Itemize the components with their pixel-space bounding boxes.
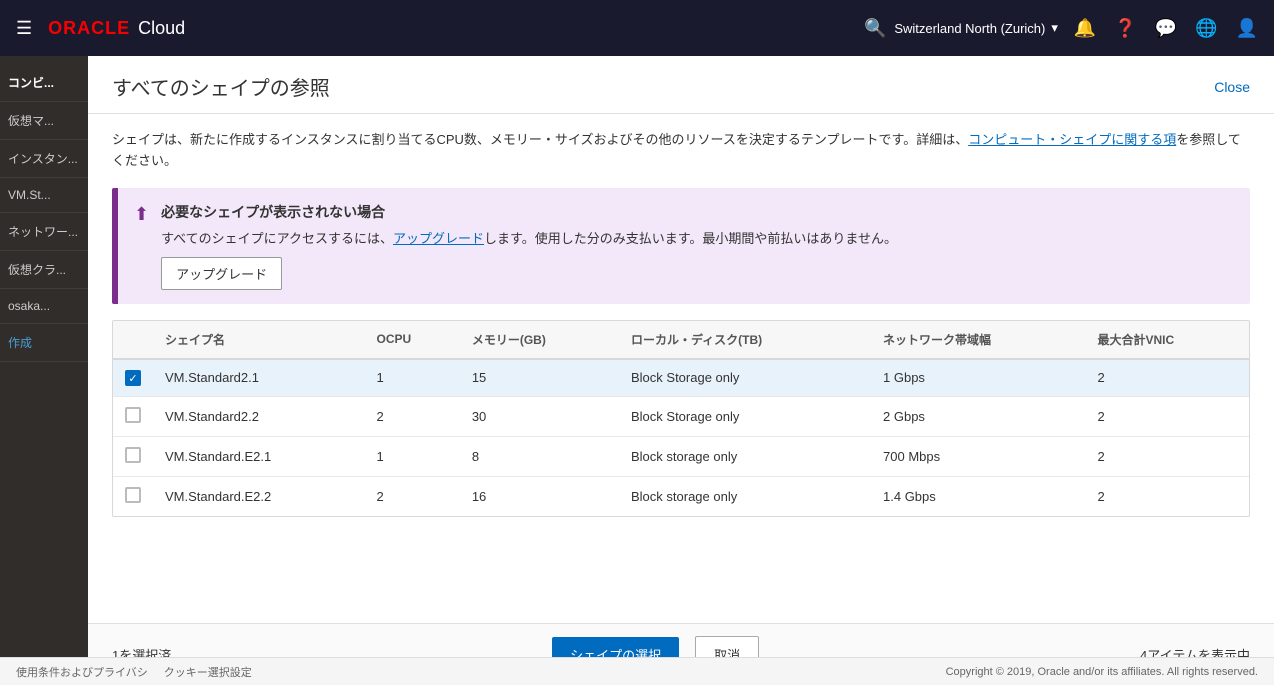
- notice-upgrade-link[interactable]: アップグレード: [393, 231, 484, 246]
- page-footer: 使用条件およびプライバシ クッキー選択設定 Copyright © 2019, …: [0, 657, 1274, 685]
- table-row[interactable]: VM.Standard.E2.2 2 16 Block storage only…: [113, 477, 1249, 517]
- vnic-1: 2: [1085, 359, 1249, 397]
- bell-icon[interactable]: 🔔: [1074, 18, 1096, 39]
- table-header: シェイプ名 OCPU メモリー(GB) ローカル・ディスク(TB) ネットワーク…: [113, 321, 1249, 359]
- menu-icon[interactable]: ☰: [16, 18, 32, 39]
- network-4: 1.4 Gbps: [871, 477, 1085, 517]
- terms-link[interactable]: 使用条件およびプライバシ: [16, 664, 148, 680]
- shape-name-1: VM.Standard2.1: [153, 359, 365, 397]
- region-label: Switzerland North (Zurich): [894, 21, 1045, 36]
- notice-title: 必要なシェイプが表示されない場合: [161, 202, 897, 222]
- ocpu-2: 2: [365, 397, 460, 437]
- col-checkbox: [113, 321, 153, 359]
- col-network: ネットワーク帯域幅: [871, 321, 1085, 359]
- shape-table: シェイプ名 OCPU メモリー(GB) ローカル・ディスク(TB) ネットワーク…: [112, 320, 1250, 518]
- modal-close-button[interactable]: Close: [1214, 79, 1250, 95]
- notice-box: ⬆ 必要なシェイプが表示されない場合 すべてのシェイプにアクセスするには、アップ…: [112, 188, 1250, 304]
- sidebar: コンビ... 仮想マ... インスタン... VM.St... ネットワー...…: [0, 56, 88, 657]
- memory-1: 15: [460, 359, 619, 397]
- row-checkbox-3[interactable]: [125, 447, 141, 463]
- row-checkbox-4[interactable]: [125, 487, 141, 503]
- col-vnic: 最大合計VNIC: [1085, 321, 1249, 359]
- network-1: 1 Gbps: [871, 359, 1085, 397]
- copyright-text: Copyright © 2019, Oracle and/or its affi…: [946, 666, 1258, 678]
- col-disk: ローカル・ディスク(TB): [619, 321, 871, 359]
- user-icon[interactable]: 👤: [1236, 18, 1258, 39]
- disk-3: Block storage only: [619, 437, 871, 477]
- sidebar-item-osaka[interactable]: osaka...: [0, 289, 88, 324]
- notice-text-prefix: すべてのシェイプにアクセスするには、: [161, 231, 393, 246]
- cookie-link[interactable]: クッキー選択設定: [164, 664, 252, 680]
- shape-name-2: VM.Standard2.2: [153, 397, 365, 437]
- ocpu-4: 2: [365, 477, 460, 517]
- table-row[interactable]: VM.Standard.E2.1 1 8 Block storage only …: [113, 437, 1249, 477]
- sidebar-item-create[interactable]: 作成: [0, 324, 88, 362]
- network-2: 2 Gbps: [871, 397, 1085, 437]
- vnic-3: 2: [1085, 437, 1249, 477]
- sidebar-item-compute[interactable]: コンビ...: [0, 64, 88, 102]
- shape-name-4: VM.Standard.E2.2: [153, 477, 365, 517]
- disk-1: Block Storage only: [619, 359, 871, 397]
- col-ocpu: OCPU: [365, 321, 460, 359]
- desc-link[interactable]: コンピュート・シェイプに関する項: [968, 132, 1176, 147]
- notice-text-suffix: します。使用した分のみ支払います。最小期間や前払いはありません。: [484, 231, 897, 246]
- logo-oracle: ORACLE: [48, 18, 130, 39]
- sidebar-item-vmst[interactable]: VM.St...: [0, 178, 88, 213]
- notice-icon: ⬆: [134, 204, 149, 225]
- header-icons: 🔔 ❓ 💬 🌐 👤: [1074, 18, 1258, 39]
- globe-icon[interactable]: 🌐: [1195, 18, 1217, 39]
- chat-icon[interactable]: 💬: [1155, 18, 1177, 39]
- ocpu-3: 1: [365, 437, 460, 477]
- modal-panel: すべてのシェイプの参照 Close シェイプは、新たに作成するインスタンスに割り…: [88, 56, 1274, 685]
- table-row[interactable]: VM.Standard2.2 2 30 Block Storage only 2…: [113, 397, 1249, 437]
- col-shape-name: シェイプ名: [153, 321, 365, 359]
- sidebar-item-network[interactable]: ネットワー...: [0, 213, 88, 251]
- table-body: ✓ VM.Standard2.1 1 15 Block Storage only…: [113, 359, 1249, 517]
- ocpu-1: 1: [365, 359, 460, 397]
- modal-body: シェイプは、新たに作成するインスタンスに割り当てるCPU数、メモリー・サイズおよ…: [88, 114, 1274, 623]
- col-memory: メモリー(GB): [460, 321, 619, 359]
- notice-text: すべてのシェイプにアクセスするには、アップグレードします。使用した分のみ支払いま…: [161, 228, 897, 247]
- modal-title: すべてのシェイプの参照: [112, 72, 330, 101]
- footer-links: 使用条件およびプライバシ クッキー選択設定: [16, 664, 252, 680]
- sidebar-item-instance[interactable]: インスタン...: [0, 140, 88, 178]
- notice-content: 必要なシェイプが表示されない場合 すべてのシェイプにアクセスするには、アップグレ…: [161, 202, 897, 290]
- region-selector[interactable]: Switzerland North (Zurich) ▾: [894, 20, 1058, 36]
- disk-4: Block storage only: [619, 477, 871, 517]
- vnic-4: 2: [1085, 477, 1249, 517]
- upgrade-button[interactable]: アップグレード: [161, 257, 282, 290]
- help-icon[interactable]: ❓: [1114, 18, 1136, 39]
- region-chevron-icon: ▾: [1051, 20, 1058, 36]
- sidebar-item-vcluster[interactable]: 仮想クラ...: [0, 251, 88, 289]
- logo-cloud: Cloud: [138, 18, 185, 39]
- row-checkbox-1[interactable]: ✓: [125, 370, 141, 386]
- memory-4: 16: [460, 477, 619, 517]
- sidebar-item-vm[interactable]: 仮想マ...: [0, 102, 88, 140]
- desc-text: シェイプは、新たに作成するインスタンスに割り当てるCPU数、メモリー・サイズおよ…: [112, 132, 968, 147]
- row-checkbox-2[interactable]: [125, 407, 141, 423]
- modal-description: シェイプは、新たに作成するインスタンスに割り当てるCPU数、メモリー・サイズおよ…: [112, 130, 1250, 172]
- vnic-2: 2: [1085, 397, 1249, 437]
- logo: ORACLE Cloud: [48, 18, 185, 39]
- disk-2: Block Storage only: [619, 397, 871, 437]
- memory-2: 30: [460, 397, 619, 437]
- network-3: 700 Mbps: [871, 437, 1085, 477]
- search-icon[interactable]: 🔍: [864, 18, 886, 39]
- header: ☰ ORACLE Cloud 🔍 Switzerland North (Zuri…: [0, 0, 1274, 56]
- shape-name-3: VM.Standard.E2.1: [153, 437, 365, 477]
- table-row[interactable]: ✓ VM.Standard2.1 1 15 Block Storage only…: [113, 359, 1249, 397]
- modal-header: すべてのシェイプの参照 Close: [88, 56, 1274, 114]
- memory-3: 8: [460, 437, 619, 477]
